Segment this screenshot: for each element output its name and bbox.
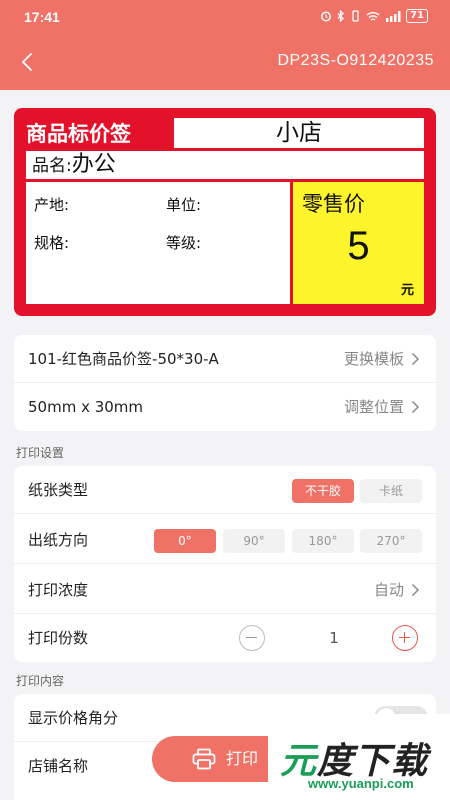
chevron-right-icon	[411, 583, 420, 597]
status-bar: 17:41 71	[0, 0, 450, 34]
alarm-icon	[321, 11, 332, 22]
copies-value[interactable]: 1	[319, 614, 349, 662]
label-shop-name: 小店	[174, 118, 424, 148]
label-field-grade: 等级:	[166, 234, 202, 252]
label-fields: 产地: 单位: 规格: 等级:	[26, 182, 290, 304]
back-arrow-icon[interactable]	[18, 50, 38, 74]
copies-label: 打印份数	[28, 629, 89, 647]
label-preview: 商品标价签 小店 品名:办公 产地: 单位: 规格: 等级: 零售价 5 元	[14, 108, 436, 316]
template-card: 101-红色商品价签-50*30-A 更换模板 50mm x 30mm 调整位置	[14, 335, 436, 431]
label-field-unit: 单位:	[166, 196, 202, 214]
paper-type-row: 纸张类型 不干胶 卡纸	[14, 466, 436, 514]
density-value: 自动	[373, 581, 404, 599]
copies-row: 打印份数 1	[14, 614, 436, 662]
label-name-key: 品名:	[32, 156, 72, 176]
paper-type-sticker[interactable]: 不干胶	[292, 479, 354, 503]
label-price-box: 零售价 5 元	[293, 182, 424, 304]
label-name-value: 办公	[71, 152, 116, 177]
bluetooth-icon	[337, 10, 344, 22]
change-template-link[interactable]: 更换模板	[344, 335, 404, 383]
print-content-heading: 打印内容	[16, 674, 65, 688]
template-size: 50mm x 30mm	[28, 398, 144, 416]
label-title: 商品标价签	[26, 122, 131, 146]
direction-0[interactable]: 0°	[154, 529, 216, 553]
paper-type-label: 纸张类型	[28, 481, 89, 499]
show-cents-label: 显示价格角分	[28, 709, 119, 727]
signal-icon	[386, 10, 401, 22]
chevron-right-icon	[411, 400, 420, 414]
direction-row: 出纸方向 0° 90° 180° 270°	[14, 516, 436, 564]
chevron-right-icon	[411, 352, 420, 366]
direction-270[interactable]: 270°	[360, 529, 422, 553]
density-label: 打印浓度	[28, 581, 89, 599]
device-name: DP23S-O912420235	[277, 52, 434, 69]
label-price-value: 5	[347, 224, 370, 268]
shop-name-label: 店铺名称	[28, 757, 89, 775]
minus-circle-icon[interactable]	[239, 625, 265, 651]
adjust-position-link[interactable]: 调整位置	[344, 383, 404, 431]
vibrate-icon	[352, 10, 359, 22]
label-price-title: 零售价	[302, 192, 365, 216]
label-product-name: 品名:办公	[26, 151, 424, 179]
template-row[interactable]: 101-红色商品价签-50*30-A 更换模板	[14, 335, 436, 383]
paper-type-card[interactable]: 卡纸	[360, 479, 422, 503]
watermark: 元度下载 www.yuanpi.com	[268, 714, 450, 800]
label-field-origin: 产地:	[34, 196, 70, 214]
size-row[interactable]: 50mm x 30mm 调整位置	[14, 383, 436, 431]
top-bar: 17:41 71 DP23S-O912420235	[0, 0, 450, 90]
label-field-spec: 规格:	[34, 234, 70, 252]
label-price-unit: 元	[400, 283, 414, 298]
density-row[interactable]: 打印浓度 自动	[14, 566, 436, 614]
direction-label: 出纸方向	[28, 531, 89, 549]
status-icons: 71	[320, 9, 428, 23]
print-settings-heading: 打印设置	[16, 446, 65, 460]
plus-circle-icon[interactable]	[392, 625, 418, 651]
battery-icon: 71	[406, 9, 428, 23]
print-button-label: 打印	[226, 749, 259, 768]
wifi-icon	[366, 11, 380, 21]
template-name: 101-红色商品价签-50*30-A	[28, 350, 219, 368]
direction-180[interactable]: 180°	[292, 529, 354, 553]
watermark-url: www.yuanpi.com	[308, 776, 414, 791]
printer-icon	[192, 748, 216, 770]
direction-90[interactable]: 90°	[223, 529, 285, 553]
print-settings-card: 纸张类型 不干胶 卡纸 出纸方向 0° 90° 180° 270° 打印浓度 自…	[14, 466, 436, 662]
status-time: 17:41	[24, 9, 60, 25]
